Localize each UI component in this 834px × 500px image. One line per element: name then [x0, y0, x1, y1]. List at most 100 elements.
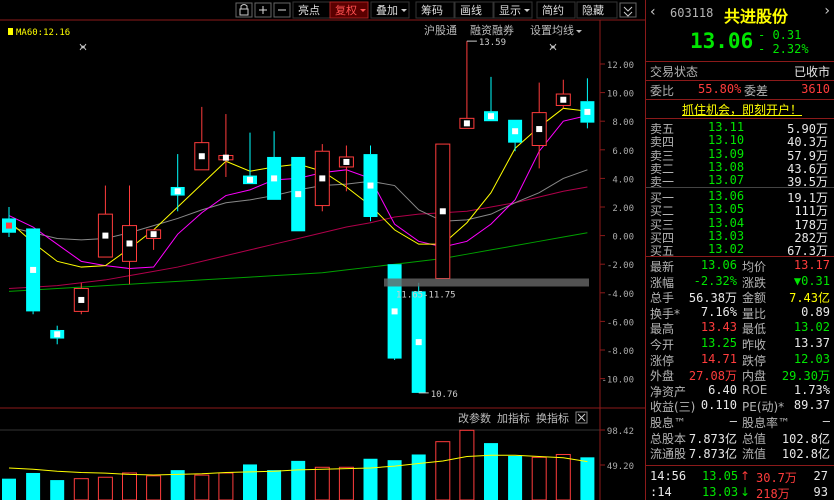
stat-value: 13.25	[700, 336, 737, 350]
bid-price-0[interactable]: 13.06	[708, 189, 744, 203]
edit-params-link[interactable]: 改参数	[458, 411, 491, 425]
candle	[363, 145, 378, 222]
candle	[146, 229, 162, 250]
close-icon[interactable]	[575, 411, 588, 424]
toolbar-button-7[interactable]: 隐藏	[582, 4, 604, 17]
toolbar-button-0[interactable]: 亮点	[298, 3, 320, 17]
candle	[555, 79, 571, 109]
stat-value: 27.08万	[688, 369, 737, 384]
volume-bar	[508, 455, 523, 500]
stat-label: 最低	[742, 322, 767, 337]
candle-marker	[78, 296, 85, 303]
bid-price-4[interactable]: 13.02	[708, 242, 744, 256]
link-ma-settings[interactable]: 设置均线	[530, 23, 574, 37]
stock-price: 13.06	[690, 29, 754, 53]
volume-bar	[122, 472, 137, 500]
volume-bar	[531, 456, 547, 500]
range-bar	[384, 278, 589, 287]
back-arrow-icon[interactable]: ‹	[650, 4, 656, 20]
volume-axis: 98.42 49.20	[600, 427, 634, 472]
tick-arrow-icon: ↑	[740, 469, 751, 483]
candle	[314, 144, 330, 212]
candle-marker	[150, 231, 157, 238]
stat-value: 13.37	[793, 336, 830, 350]
candle-marker	[584, 108, 591, 115]
ask-price-2[interactable]: 13.09	[708, 147, 744, 161]
link-margin[interactable]: 融资融券	[470, 23, 514, 37]
bid-price-1[interactable]: 13.05	[708, 202, 744, 216]
expand-arrows-icon[interactable]	[79, 43, 87, 51]
stat-label: 股息™	[650, 416, 687, 430]
add-indicator-link[interactable]: 加指标	[497, 411, 530, 425]
candle-marker	[198, 153, 205, 160]
ratio-value: 55.80%	[698, 82, 742, 96]
price-tick-label: -4.00	[607, 290, 634, 300]
price-tick-label: 10.00	[607, 90, 634, 100]
toolbar-button-1[interactable]: 复权	[335, 3, 357, 17]
ask-price-4[interactable]: 13.07	[708, 173, 744, 187]
chevron-down-icon	[576, 30, 582, 33]
volume-bar	[243, 464, 257, 500]
status-label: 交易状态	[650, 65, 699, 79]
tick-time: :14	[650, 485, 672, 499]
candle-marker	[102, 232, 109, 239]
price-tick-label: -6.00	[607, 318, 634, 328]
stat-value: 12.03	[793, 351, 830, 366]
stat-value: 102.8亿	[781, 447, 830, 462]
price-tick-label: 0.00	[612, 233, 634, 243]
volume-bar	[314, 466, 330, 500]
ask-price-3[interactable]: 13.08	[708, 160, 744, 174]
stat-label: 净资产	[650, 384, 687, 399]
price-tick-label: 2.00	[612, 204, 634, 214]
stat-value: 13.43	[700, 320, 737, 335]
volume-bar	[26, 472, 41, 500]
stat-label: 昨收	[742, 338, 767, 352]
toolbar-button-4[interactable]: 画线	[460, 3, 482, 17]
switch-indicator-link[interactable]: 换指标	[536, 411, 569, 425]
volume-bar	[435, 441, 451, 500]
diff-label: 委差	[744, 84, 769, 98]
quote-panel: ‹ 603118 共进股份 › 13.06 - 0.31 - 2.32% 交易状…	[645, 0, 834, 500]
bid-price-3[interactable]: 13.03	[708, 229, 744, 243]
candle-marker	[488, 113, 494, 120]
candle	[243, 132, 257, 185]
volume-bar	[194, 474, 210, 500]
ma60-label: MA60:12.16	[16, 28, 70, 38]
expand-arrows-icon-right[interactable]	[549, 43, 557, 51]
promo-link[interactable]: 抓住机会，即刻开户！	[682, 101, 802, 118]
stat-value: 13.17	[793, 258, 830, 272]
toolbar-button-3[interactable]: 筹码	[421, 3, 443, 17]
stat-label: 涨跌	[742, 275, 767, 290]
stat-value: 13.02	[793, 320, 830, 335]
ask-price-0[interactable]: 13.11	[708, 120, 744, 134]
range-label: 11.65-11.75	[396, 291, 456, 301]
candle	[218, 114, 234, 177]
candle-marker	[560, 96, 567, 103]
toolbar-button-5[interactable]: 显示	[499, 4, 521, 17]
status-value: 已收市	[793, 65, 830, 79]
price-tick-label: -8.00	[607, 347, 634, 357]
kline-chart[interactable]: MA60:12.16 亮点 复权 叠加 筹码 画线 显示 简约 隐藏 沪股通 融资融券 设置均…	[0, 0, 645, 500]
ask-price-1[interactable]: 13.10	[708, 133, 744, 147]
stat-label: 流值	[742, 447, 767, 462]
stat-label: 换手*	[650, 306, 681, 321]
stat-label: 收益(三)	[650, 400, 696, 415]
stat-label: 总值	[742, 431, 767, 446]
price-tick-label: -10.00	[601, 376, 634, 386]
forward-arrow-icon[interactable]: ›	[824, 3, 830, 19]
stat-value: 0.110	[700, 398, 737, 413]
stat-value: 7.873亿	[688, 447, 737, 462]
toolbar-button-2[interactable]: 叠加	[376, 4, 398, 17]
toolbar-button-6[interactable]: 简约	[542, 3, 564, 17]
tick-price: 13.03	[702, 485, 739, 499]
low-label: 10.76	[431, 390, 458, 400]
stock-change-pct: - 2.32%	[758, 42, 809, 56]
stat-label: 外盘	[650, 369, 675, 384]
stat-label: 涨停	[650, 353, 675, 368]
link-hsgt[interactable]: 沪股通	[424, 23, 457, 37]
volume-bar	[484, 443, 498, 500]
candle	[50, 325, 65, 345]
bid-price-2[interactable]: 13.04	[708, 216, 744, 230]
candle	[459, 41, 475, 129]
stat-value: —	[729, 414, 737, 428]
